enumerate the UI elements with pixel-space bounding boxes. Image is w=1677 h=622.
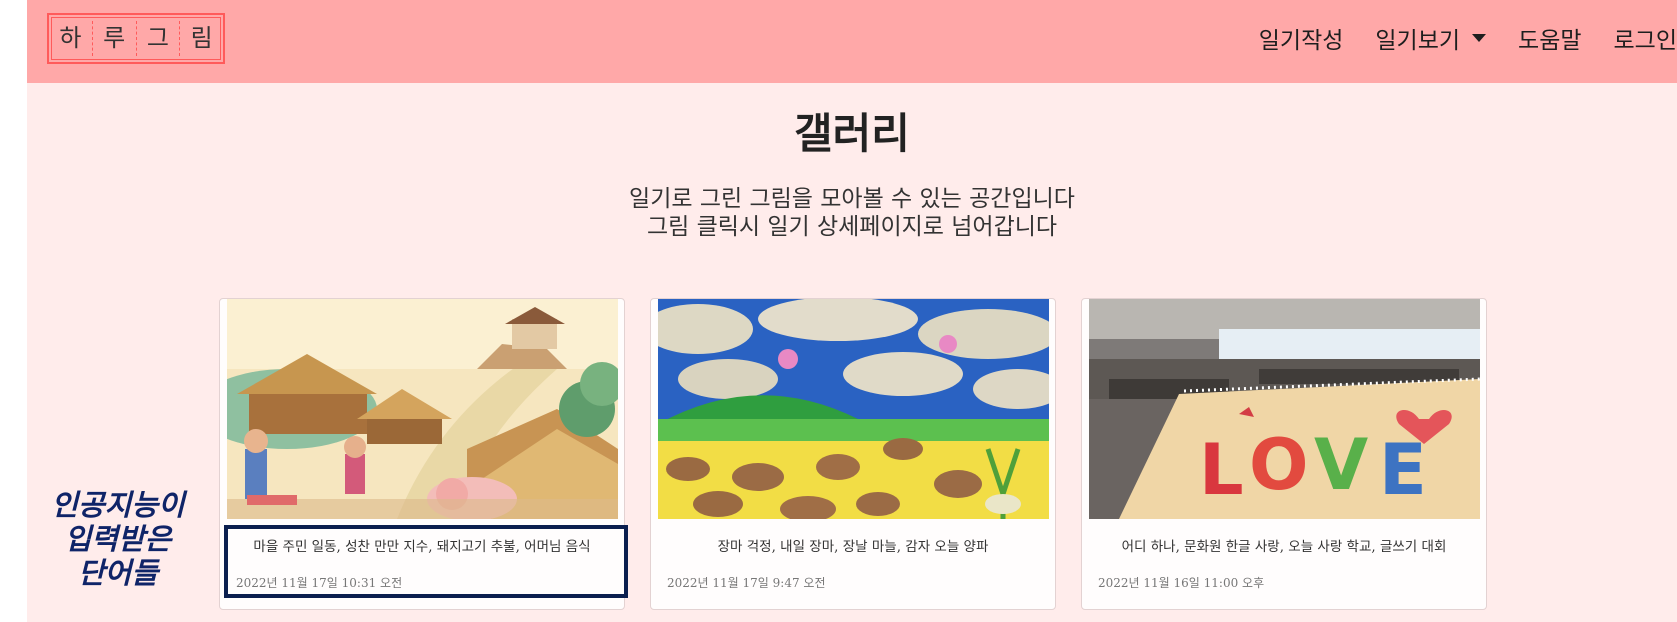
card-input-words: 어디 하나, 문화원 한글 사랑, 오늘 사랑 학교, 글쓰기 대회: [1121, 539, 1447, 555]
logo-char: 하: [49, 21, 93, 56]
logo-char: 루: [93, 21, 137, 56]
gallery-card[interactable]: L O V E 어디 하나, 문화원 한글 사랑, 오늘 사랑 학교, 글쓰기 …: [1081, 298, 1487, 610]
annotation-line: 입력받은: [64, 522, 172, 556]
annotation-line: 인공지능이: [51, 488, 185, 522]
nav-view-diary-label: 일기보기: [1375, 28, 1461, 54]
subtitle-line: 일기로 그린 그림을 모아볼 수 있는 공간입니다: [629, 186, 1075, 212]
annotation-callout: 인공지능이 입력받은 단어들: [38, 488, 198, 590]
gallery-card[interactable]: 장마 걱정, 내일 장마, 장날 마늘, 감자 오늘 양파 2022년 11월 …: [650, 298, 1056, 610]
field-painting-image[interactable]: [658, 299, 1049, 519]
caret-down-icon: [1472, 34, 1487, 42]
svg-text:L: L: [1199, 429, 1244, 511]
love-drawing-photo-image[interactable]: L O V E: [1089, 299, 1480, 519]
annotation-line: 단어들: [77, 556, 159, 590]
svg-text:V: V: [1314, 424, 1368, 506]
subtitle-line: 그림 클릭시 일기 상세페이지로 넘어갑니다: [646, 214, 1058, 240]
page-subtitle: 일기로 그린 그림을 모아볼 수 있는 공간입니다 그림 클릭시 일기 상세페이…: [27, 185, 1677, 241]
nav-write-diary[interactable]: 일기작성: [1259, 21, 1344, 55]
nav-login[interactable]: 로그인: [1614, 21, 1677, 55]
nav-help[interactable]: 도움말: [1518, 21, 1581, 55]
logo-char: 림: [190, 24, 213, 52]
svg-text:O: O: [1249, 424, 1309, 506]
card-date: 2022년 11월 16일 11:00 오후: [1098, 576, 1265, 590]
site-logo[interactable]: 하 루 그 림: [47, 13, 225, 64]
input-words-highlight-box: [224, 525, 628, 598]
page-title: 갤러리: [794, 109, 910, 158]
card-input-words: 장마 걱정, 내일 장마, 장날 마늘, 감자 오늘 양파: [717, 539, 989, 555]
navbar: 하 루 그 림 일기작성 일기보기 도움말 로그인: [27, 0, 1677, 83]
nav-menu: 일기작성 일기보기 도움말 로그인: [1227, 0, 1677, 76]
nav-view-diary-dropdown[interactable]: 일기보기: [1375, 21, 1487, 55]
svg-text:E: E: [1379, 429, 1427, 511]
card-date: 2022년 11월 17일 9:47 오전: [667, 576, 826, 590]
village-painting-image[interactable]: [227, 299, 618, 519]
logo-char: 그: [137, 21, 181, 56]
